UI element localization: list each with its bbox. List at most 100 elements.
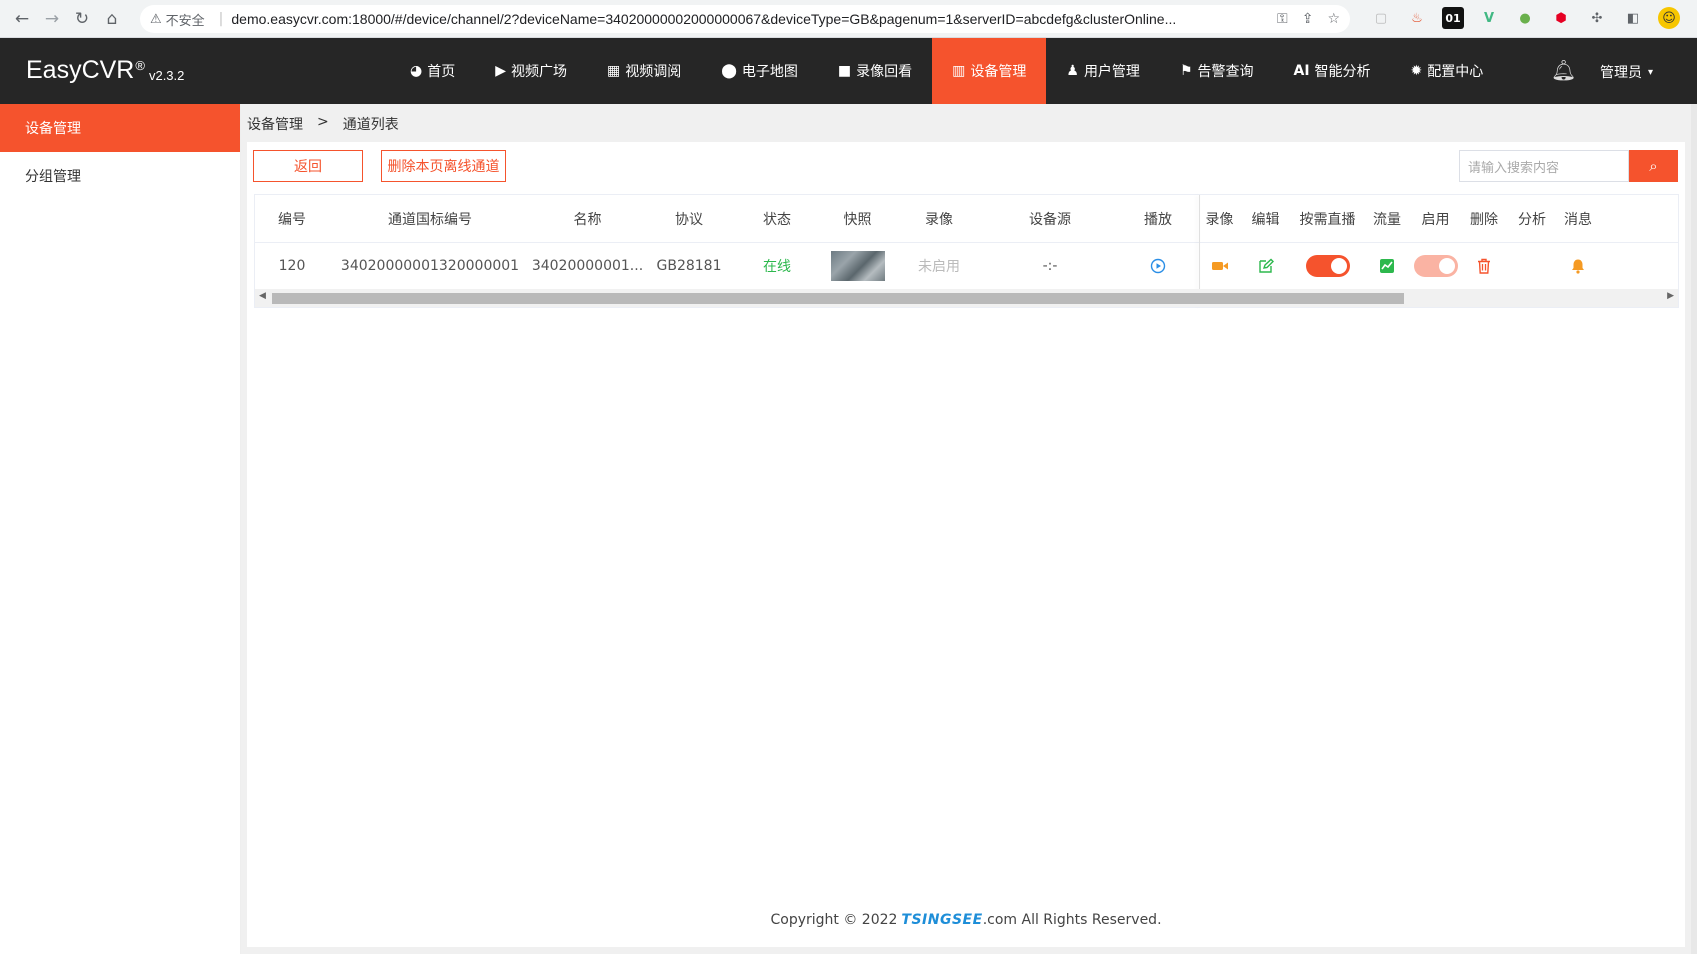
extension-adblock-icon[interactable]: ⬢ bbox=[1550, 7, 1572, 29]
menu-item-playback[interactable]: ■ 录像回看 bbox=[818, 38, 932, 104]
snapshot-thumbnail[interactable] bbox=[830, 251, 885, 281]
brand-logo[interactable]: TSINGSEE bbox=[901, 912, 982, 928]
back-button[interactable]: 返回 bbox=[253, 150, 363, 182]
edit-icon[interactable] bbox=[1258, 258, 1274, 274]
col-header-name: 名称 bbox=[573, 211, 602, 228]
app-version: v2.3.2 bbox=[148, 68, 185, 83]
menu-item-device-management[interactable]: ▥ 设备管理 bbox=[932, 38, 1047, 104]
scroll-thumb[interactable] bbox=[272, 293, 1404, 304]
menu-item-alarm-query[interactable]: ⚑ 告警查询 bbox=[1160, 38, 1274, 104]
delete-offline-channels-button[interactable]: 删除本页离线通道 bbox=[381, 150, 506, 182]
copyright-suffix: .com All Rights Reserved. bbox=[982, 911, 1162, 928]
map-pin-icon: ⬤ bbox=[721, 63, 737, 79]
video-camera-icon: ■ bbox=[837, 63, 852, 79]
cell-protocol: GB28181 bbox=[656, 258, 722, 274]
copyright-text: Copyright © 2022 bbox=[770, 911, 898, 928]
col-header-channel-code: 通道国标编号 bbox=[388, 211, 472, 228]
footer: Copyright © 2022 TSINGSEE .com All Rights… bbox=[247, 892, 1685, 947]
scroll-right-arrow-icon[interactable]: ▶ bbox=[1667, 291, 1674, 301]
security-warning[interactable]: ⚠ 不安全 bbox=[150, 10, 205, 29]
menu-item-user-management[interactable]: ♟ 用户管理 bbox=[1046, 38, 1160, 104]
cell-record: 未启用 bbox=[918, 259, 960, 275]
on-demand-toggle[interactable] bbox=[1305, 255, 1350, 277]
trash-icon[interactable] bbox=[1477, 258, 1491, 274]
menu-item-e-map[interactable]: ⬤ 电子地图 bbox=[701, 38, 818, 104]
menu-item-config-center[interactable]: ✹ 配置中心 bbox=[1391, 38, 1504, 104]
cell-source: -:- bbox=[1042, 258, 1058, 274]
play-circle-icon[interactable] bbox=[1150, 258, 1166, 274]
cell-recording bbox=[1199, 243, 1240, 289]
cell-enable bbox=[1410, 243, 1461, 289]
sidebar-item-device-management[interactable]: 设备管理 bbox=[0, 104, 240, 152]
cell-status: 在线 bbox=[763, 259, 791, 275]
profile-avatar-icon[interactable]: ☺ bbox=[1658, 7, 1680, 29]
app-logo[interactable]: EasyCVR ® v2.3.2 bbox=[26, 56, 184, 85]
menu-item-home[interactable]: ◕ 首页 bbox=[390, 38, 475, 104]
sidebar-item-group-management[interactable]: 分组管理 bbox=[0, 152, 240, 200]
video-camera-icon[interactable] bbox=[1211, 259, 1229, 273]
col-header-delete: 删除 bbox=[1470, 211, 1498, 228]
sidebar: 设备管理 分组管理 bbox=[0, 104, 241, 954]
enable-toggle[interactable] bbox=[1413, 255, 1458, 277]
puzzle-icon[interactable]: ✣ bbox=[1586, 7, 1608, 29]
notification-bell-icon[interactable]: 🔔︎ bbox=[1551, 58, 1576, 82]
breadcrumb-root[interactable]: 设备管理 bbox=[247, 114, 303, 134]
table-horizontal-scrollbar[interactable]: ◀ ▶ bbox=[255, 289, 1678, 307]
reload-icon[interactable]: ↻ bbox=[66, 3, 98, 35]
extension-blank-icon[interactable]: ▢ bbox=[1370, 7, 1392, 29]
col-header-analysis: 分析 bbox=[1518, 211, 1546, 228]
forward-arrow-icon[interactable]: → bbox=[36, 3, 68, 35]
col-header-record: 录像 bbox=[925, 211, 953, 228]
cell-edit bbox=[1240, 243, 1291, 289]
alarm-icon: ⚑ bbox=[1179, 63, 1193, 79]
breadcrumb: 设备管理 > 通道列表 bbox=[247, 114, 399, 134]
browser-toolbar: ← → ↻ ⌂ ⚠ 不安全 | demo.easycvr.com:18000/#/… bbox=[0, 0, 1697, 38]
menu-item-video-browse[interactable]: ▦ 视频调阅 bbox=[587, 38, 701, 104]
cell-snapshot bbox=[820, 243, 895, 289]
extensions-bar: ▢ ♨ 01 V ● ⬢ ✣ ◧ ☺ ⋮ bbox=[1370, 7, 1697, 29]
share-icon[interactable]: ⇪ bbox=[1302, 11, 1314, 27]
menu-item-ai-analysis[interactable]: AI 智能分析 bbox=[1274, 38, 1391, 104]
breadcrumb-separator: > bbox=[317, 114, 329, 130]
search-button[interactable]: ⌕ bbox=[1629, 150, 1678, 182]
extension-green-circle-icon[interactable]: ● bbox=[1514, 7, 1536, 29]
user-menu[interactable]: 管理员 ▾ bbox=[1600, 62, 1653, 82]
gear-icon: ✹ bbox=[1410, 63, 1423, 79]
main-content: 设备管理 > 通道列表 返回 删除本页离线通道 请输入搜索内容 ⌕ 编号 通道国… bbox=[241, 104, 1697, 954]
table-header: 编号 通道国标编号 名称 协议 状态 快照 录像 设备源 播放 录像 编辑 按需… bbox=[255, 195, 1678, 243]
channel-table: 编号 通道国标编号 名称 协议 状态 快照 录像 设备源 播放 录像 编辑 按需… bbox=[254, 194, 1679, 308]
col-header-source: 设备源 bbox=[1029, 211, 1071, 228]
bell-icon[interactable] bbox=[1571, 258, 1585, 274]
traffic-chart-icon[interactable] bbox=[1380, 259, 1394, 273]
col-header-message: 消息 bbox=[1564, 211, 1592, 228]
col-header-snapshot: 快照 bbox=[843, 211, 872, 228]
extension-01-icon[interactable]: 01 bbox=[1442, 7, 1464, 29]
cell-id: 120 bbox=[278, 258, 306, 274]
play-circle-icon: ▶ bbox=[495, 63, 506, 79]
menu-item-video-square[interactable]: ▶ 视频广场 bbox=[475, 38, 587, 104]
back-arrow-icon[interactable]: ← bbox=[6, 3, 38, 35]
chevron-down-icon: ▾ bbox=[1648, 66, 1654, 78]
cell-channel-code: 34020000001320000001 bbox=[340, 258, 520, 274]
table-row: 120 34020000001320000001 34020000001... … bbox=[255, 243, 1678, 289]
key-icon[interactable]: ⚿ bbox=[1277, 11, 1288, 27]
col-header-id: 编号 bbox=[278, 211, 306, 228]
vue-devtools-icon[interactable]: V bbox=[1478, 7, 1500, 29]
app-header: EasyCVR ® v2.3.2 ◕ 首页 ▶ 视频广场 ▦ 视频调阅 ⬤ 电子地图 ■ 录像… bbox=[0, 38, 1697, 104]
ai-icon: AI bbox=[1293, 63, 1310, 79]
star-icon[interactable]: ☆ bbox=[1327, 11, 1340, 27]
address-bar[interactable]: ⚠ 不安全 | demo.easycvr.com:18000/#/device/c… bbox=[140, 5, 1350, 33]
sidebar-toggle-icon[interactable]: ◧ bbox=[1622, 7, 1644, 29]
extension-red-icon[interactable]: ♨ bbox=[1406, 7, 1428, 29]
col-header-status: 状态 bbox=[763, 211, 791, 228]
main-menu: ◕ 首页 ▶ 视频广场 ▦ 视频调阅 ⬤ 电子地图 ■ 录像回看 ▥ 设备管理 ♟ 用户管理 … bbox=[390, 38, 1503, 104]
search-input[interactable]: 请输入搜索内容 bbox=[1459, 150, 1629, 182]
page-vertical-scrollbar[interactable] bbox=[1691, 104, 1697, 954]
col-header-protocol: 协议 bbox=[675, 211, 703, 228]
search-icon: ⌕ bbox=[1649, 157, 1658, 175]
grid-icon: ▦ bbox=[607, 63, 621, 79]
url-text: demo.easycvr.com:18000/#/device/channel/… bbox=[231, 11, 1177, 27]
home-icon[interactable]: ⌂ bbox=[96, 3, 128, 35]
scroll-left-arrow-icon[interactable]: ◀ bbox=[259, 291, 266, 301]
warning-icon: ⚠ bbox=[150, 11, 162, 27]
